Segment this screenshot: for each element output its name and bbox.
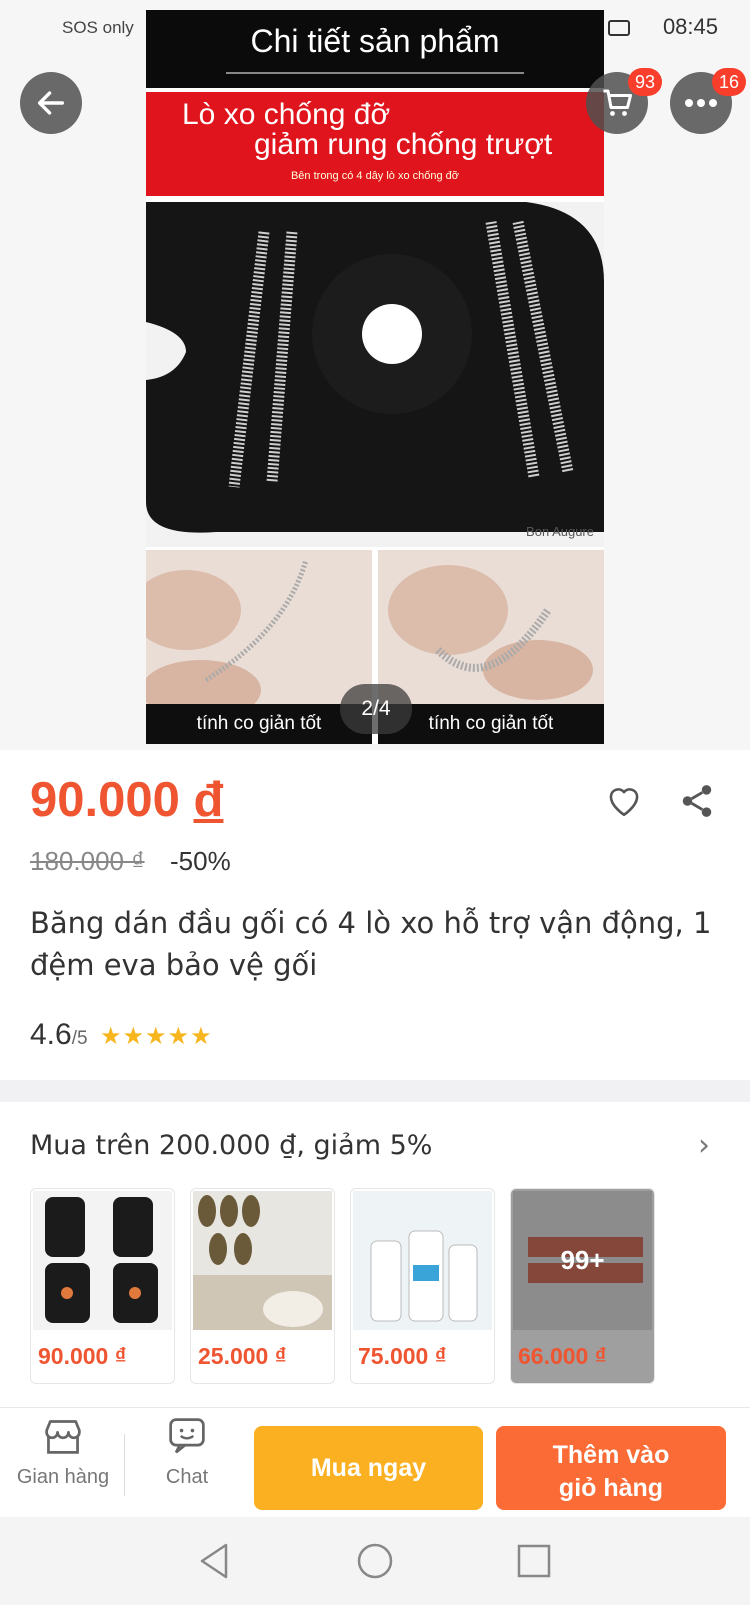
- product-thumbnail: [353, 1191, 492, 1330]
- system-navigation-bar: [0, 1517, 750, 1605]
- promo-item[interactable]: 25.000 ₫: [190, 1188, 335, 1384]
- brand-watermark: Bon Augure: [526, 524, 594, 539]
- more-button[interactable]: 16: [670, 68, 746, 134]
- price-currency: đ: [193, 773, 224, 827]
- banner-line-3: Bên trong có 4 dây lò xo chống đỡ: [290, 170, 460, 182]
- price-value: 90.000: [30, 773, 180, 827]
- status-bar: SOS only 08:45: [0, 0, 750, 56]
- add-to-cart-line-1: Thêm vào: [552, 1441, 670, 1469]
- product-title: Băng dán đầu gối có 4 lò xo hỗ trợ vận đ…: [30, 906, 712, 982]
- page-indicator: 2/4: [340, 684, 412, 734]
- more-items-count: 99+: [560, 1245, 605, 1275]
- rating-max: /5: [71, 1028, 88, 1049]
- chat-icon: [169, 1418, 205, 1454]
- promo-item-price: 66.000 ₫: [518, 1343, 607, 1369]
- knee-brace-illustration: Bon Augure: [146, 202, 604, 547]
- chat-label: Chat: [165, 1466, 209, 1488]
- rating-value: 4.6: [30, 1018, 72, 1051]
- cart-icon: [603, 89, 632, 116]
- stretch-photo-right: tính co giản tốt: [378, 550, 604, 744]
- image-banner: Lò xo chống đỡ giảm rung chống trượt Bên…: [146, 92, 604, 196]
- store-icon: [45, 1420, 81, 1454]
- carrier-text: SOS only: [62, 18, 134, 37]
- add-to-cart-line-2: giỏ hàng: [558, 1474, 664, 1502]
- promo-item-price: 25.000 ₫: [198, 1343, 287, 1369]
- rating-stars: ★★★★★: [100, 1022, 213, 1050]
- heart-icon: [609, 788, 639, 817]
- clock: 08:45: [662, 14, 718, 39]
- store-button[interactable]: Gian hàng: [8, 1416, 118, 1489]
- promo-title: Mua trên 200.000 ₫, giảm 5%: [30, 1130, 433, 1161]
- product-info: 90.000 đ 180.000 ₫ -50% Băng dán đầu gối…: [0, 750, 750, 1080]
- price: 90.000 đ: [30, 772, 223, 828]
- product-image[interactable]: Chi tiết sản phẩm Lò xo chống đỡ giảm ru…: [146, 10, 604, 744]
- section-divider: [0, 1080, 750, 1102]
- original-price: 180.000 ₫: [30, 846, 145, 876]
- promo-item-price: 90.000 ₫: [38, 1343, 127, 1369]
- system-home-icon[interactable]: [356, 1541, 394, 1581]
- action-bar: Gian hàng Chat Mua ngay Thêm vào giỏ hàn…: [0, 1407, 750, 1517]
- product-gallery[interactable]: Chi tiết sản phẩm Lò xo chống đỡ giảm ru…: [0, 0, 750, 750]
- share-button[interactable]: [678, 782, 716, 824]
- rating[interactable]: 4.6/5: [30, 1018, 88, 1052]
- caption-left: tính co giản tốt: [146, 704, 372, 744]
- promo-item[interactable]: 75.000 ₫: [350, 1188, 495, 1384]
- promo-item-more[interactable]: 99+ 66.000 ₫: [510, 1188, 655, 1384]
- favorite-button[interactable]: [604, 782, 644, 822]
- buy-now-button[interactable]: Mua ngay: [254, 1426, 483, 1510]
- product-thumbnail: [193, 1191, 332, 1330]
- stretch-photo-left: tính co giản tốt: [146, 550, 372, 744]
- discount-label: -50%: [170, 846, 231, 876]
- battery-icon: [608, 20, 630, 36]
- arrow-left-icon: [37, 91, 65, 115]
- back-button[interactable]: [20, 72, 82, 134]
- system-recents-icon[interactable]: [516, 1541, 552, 1581]
- more-badge: 16: [712, 68, 746, 96]
- add-to-cart-button[interactable]: Thêm vào giỏ hàng: [496, 1426, 726, 1510]
- cart-badge: 93: [628, 68, 662, 96]
- store-label: Gian hàng: [16, 1466, 110, 1488]
- system-back-icon[interactable]: [196, 1541, 232, 1581]
- promo-section[interactable]: Mua trên 200.000 ₫, giảm 5% › 90.000 ₫ 2…: [0, 1102, 750, 1407]
- chat-button[interactable]: Chat: [132, 1416, 242, 1489]
- promo-item-price: 75.000 ₫: [358, 1343, 447, 1369]
- cart-button[interactable]: 93: [586, 68, 662, 134]
- promo-item[interactable]: 90.000 ₫: [30, 1188, 175, 1384]
- banner-line-1: Lò xo chống đỡ: [182, 98, 391, 131]
- more-icon: [685, 99, 717, 107]
- share-icon: [682, 785, 712, 817]
- product-thumbnail: [33, 1191, 172, 1330]
- chevron-right-icon[interactable]: ›: [698, 1128, 710, 1163]
- banner-line-2: giảm rung chống trượt: [254, 128, 553, 161]
